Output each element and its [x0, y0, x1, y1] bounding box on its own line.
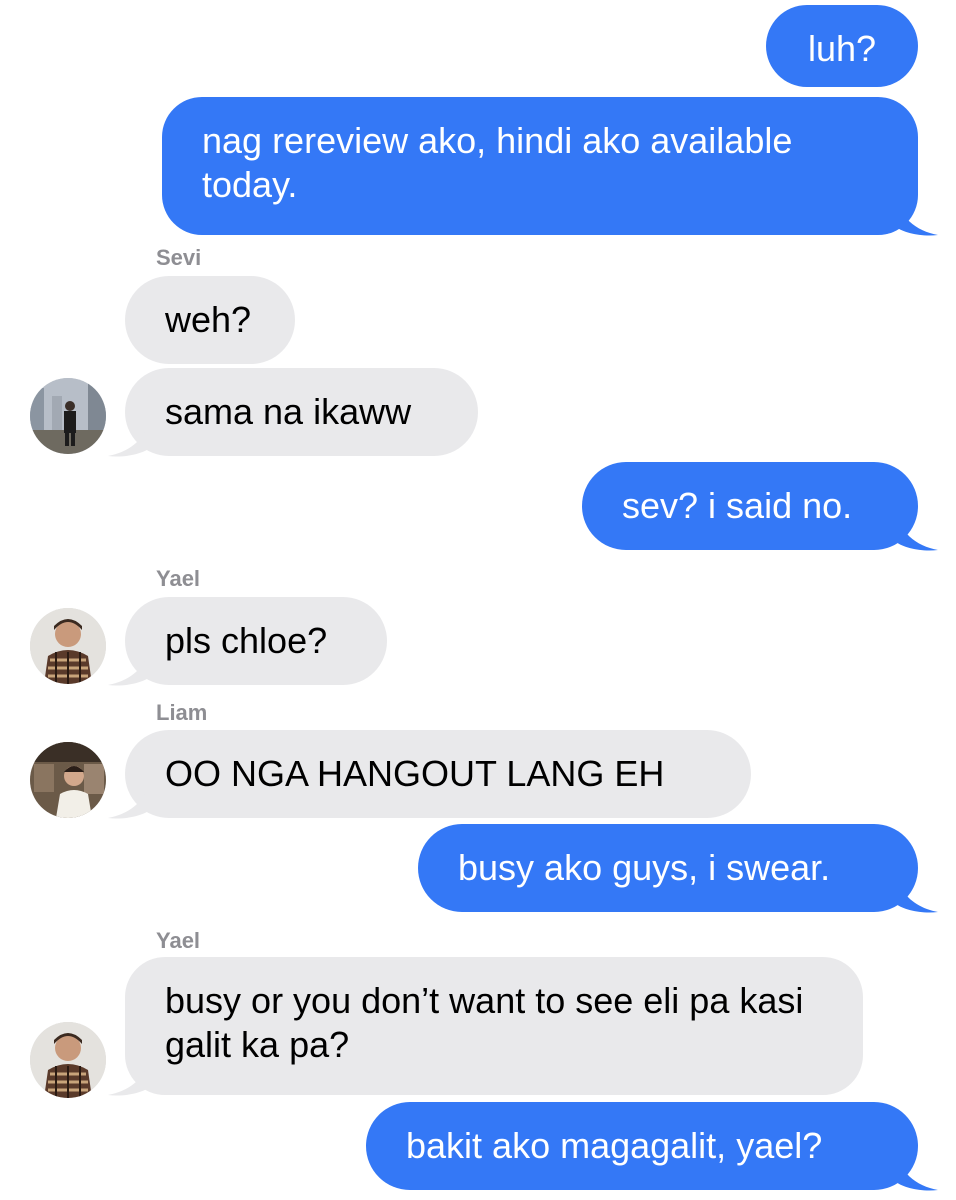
sender-name-label: Liam [156, 700, 208, 725]
sent-message-bubble[interactable]: sev? i said no. [582, 462, 918, 550]
liam-avatar[interactable] [30, 742, 106, 818]
sent-message-bubble[interactable]: bakit ako magagalit, yael? [366, 1102, 918, 1190]
received-message-bubble[interactable]: weh? [125, 276, 295, 364]
bubble-tail [896, 508, 938, 551]
bubble-tail [896, 1148, 938, 1191]
sent-message-bubble[interactable]: busy ako guys, i swear. [418, 824, 918, 912]
bubble-tail [108, 643, 150, 686]
received-message-bubble[interactable]: pls chloe? [125, 597, 387, 685]
sender-name-label: Yael [156, 566, 201, 591]
received-message-bubble[interactable]: OO NGA HANGOUT LANG EH [125, 730, 751, 818]
bubble-tail [108, 776, 150, 819]
bubble-tail [108, 1053, 150, 1096]
sent-message-bubble[interactable]: nag rereview ako, hindi ako available to… [162, 97, 918, 235]
yael-avatar[interactable] [30, 1022, 106, 1098]
received-message-bubble[interactable]: sama na ikaww [125, 368, 478, 456]
sevi-avatar[interactable] [30, 378, 106, 454]
bubble-tail [108, 414, 150, 457]
sender-name-label: Yael [156, 928, 201, 953]
sent-message-bubble[interactable]: luh? [766, 5, 918, 87]
yael-avatar[interactable] [30, 608, 106, 684]
received-message-bubble[interactable]: busy or you don’t want to see eli pa kas… [125, 957, 863, 1095]
sender-name-label: Sevi [156, 245, 202, 270]
bubble-tail [896, 870, 938, 913]
bubble-tail [896, 193, 938, 236]
